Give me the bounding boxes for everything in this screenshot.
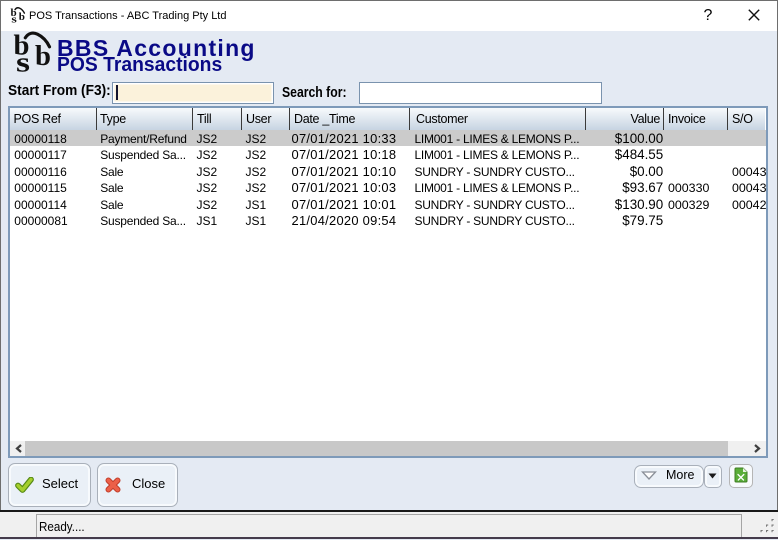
svg-text:s: s (11, 14, 16, 24)
svg-text:b: b (19, 11, 25, 23)
svg-text:b: b (35, 41, 51, 72)
svg-text:s: s (16, 48, 30, 76)
